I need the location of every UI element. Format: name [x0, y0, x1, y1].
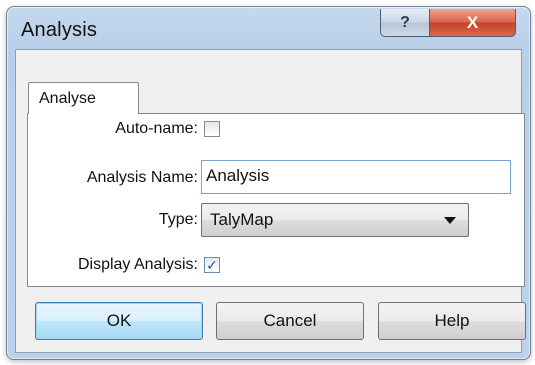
window-title: Analysis	[21, 19, 98, 41]
auto-name-label: Auto-name:	[115, 120, 198, 137]
help-icon: ?	[400, 13, 410, 31]
title-help-button[interactable]: ?	[380, 9, 430, 37]
analysis-name-input[interactable]: Analysis	[201, 160, 511, 194]
close-icon: X	[466, 12, 479, 32]
help-button[interactable]: Help	[378, 302, 526, 340]
tab-analyse[interactable]: Analyse	[28, 82, 139, 114]
display-analysis-checkbox[interactable]: ✓	[204, 257, 220, 273]
cancel-button[interactable]: Cancel	[216, 302, 364, 340]
checkmark-icon: ✓	[206, 257, 218, 273]
type-label: Type:	[158, 211, 198, 228]
chevron-down-icon	[444, 217, 456, 224]
ok-button[interactable]: OK	[35, 302, 203, 340]
tab-label: Analyse	[39, 89, 96, 107]
display-analysis-label: Display Analysis:	[77, 256, 198, 273]
analysis-name-label: Analysis Name:	[86, 169, 198, 186]
title-close-button[interactable]: X	[429, 9, 516, 37]
auto-name-checkbox[interactable]	[204, 121, 220, 137]
type-select-value: TalyMap	[210, 210, 274, 229]
type-select[interactable]: TalyMap	[201, 203, 469, 237]
